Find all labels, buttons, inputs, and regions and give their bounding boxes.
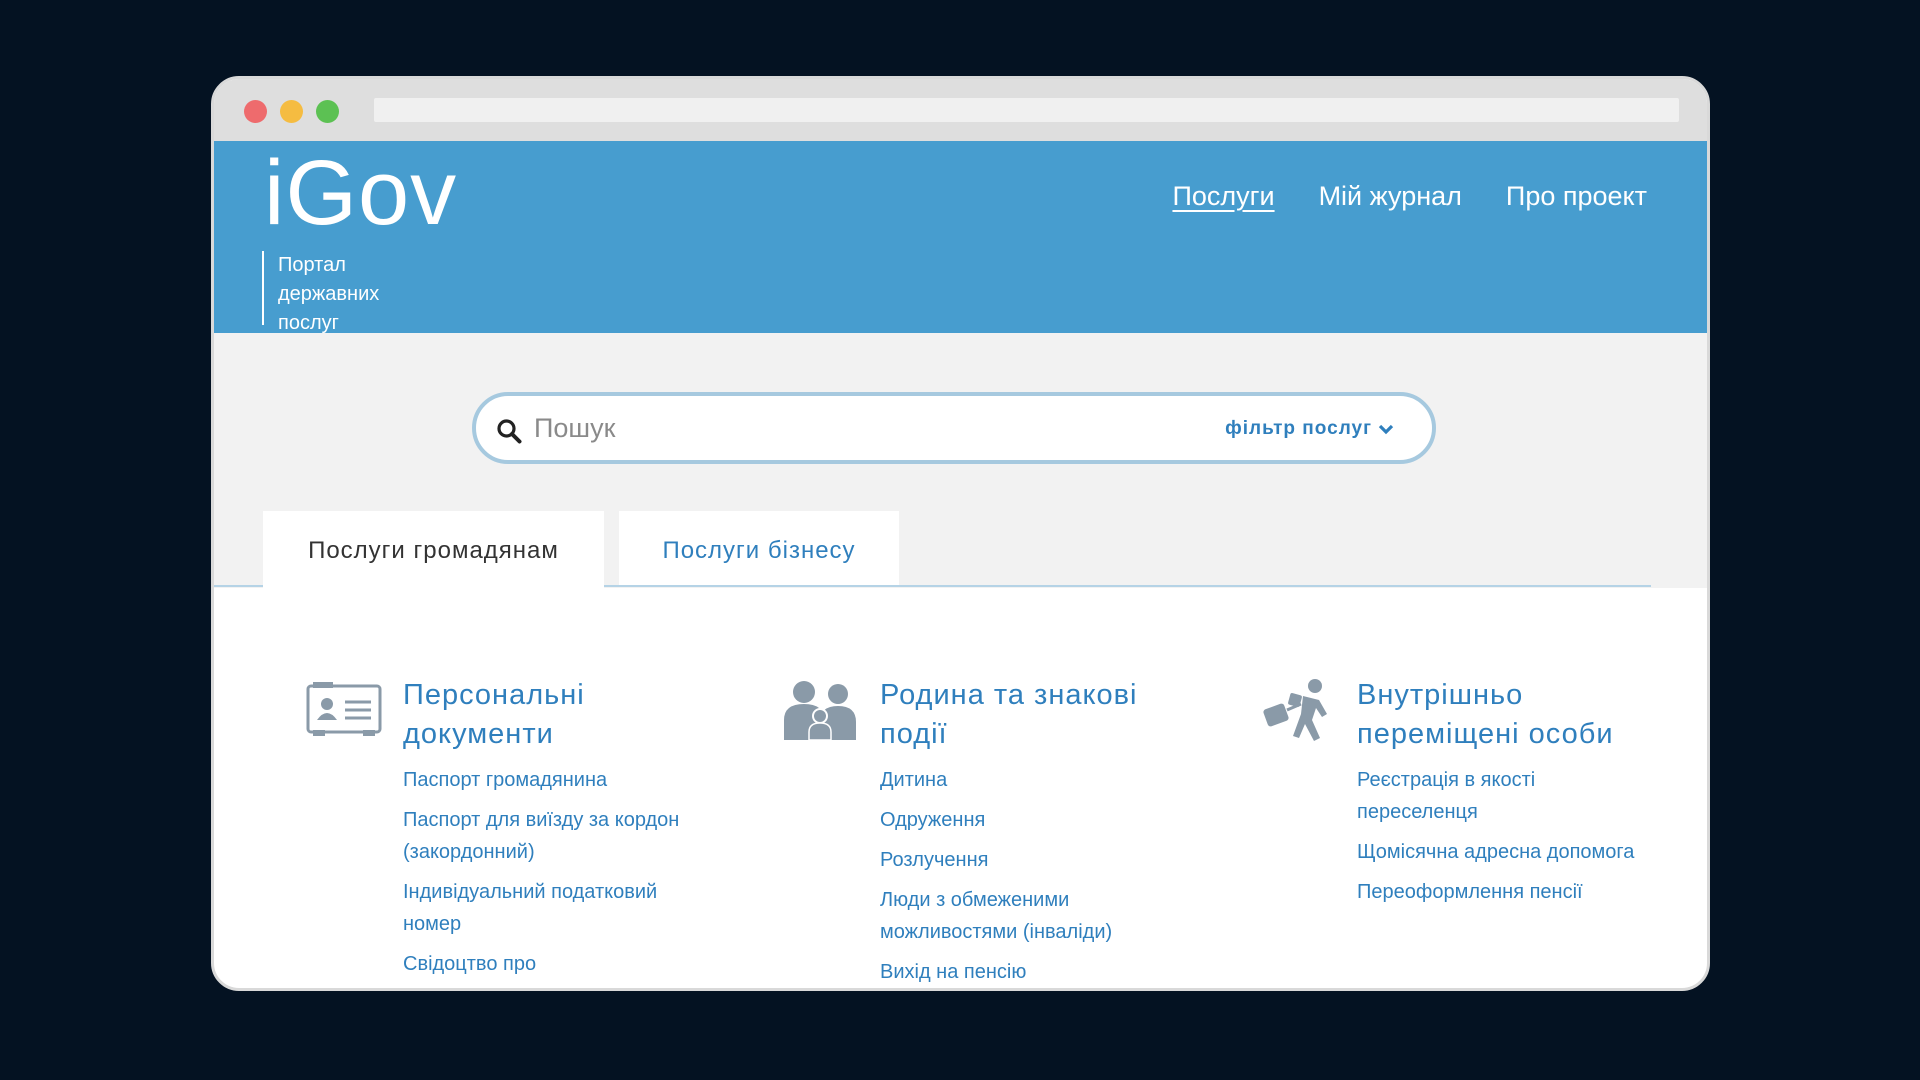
service-link[interactable]: Паспорт для виїзду за кордон (закордонни… — [403, 804, 693, 868]
minimize-window-button[interactable] — [280, 100, 303, 123]
site-logo[interactable]: iGov — [264, 143, 457, 243]
family-icon — [784, 681, 856, 741]
category-title[interactable]: Персональні документи — [403, 676, 693, 754]
active-tab-gap — [263, 584, 604, 588]
tab-business-services[interactable]: Послуги бізнесу — [619, 511, 899, 585]
displaced-person-icon — [1263, 679, 1327, 741]
chevron-down-icon — [1378, 424, 1394, 435]
close-window-button[interactable] — [244, 100, 267, 123]
service-link[interactable]: Щомісячна адресна допомога — [1357, 836, 1647, 868]
search-box: фільтр послуг — [472, 392, 1436, 464]
service-link[interactable]: Свідоцтво про — [403, 948, 693, 980]
browser-window: iGov Портал державних послуг Послуги Мій… — [211, 76, 1710, 991]
nav-services[interactable]: Послуги — [1172, 181, 1274, 212]
category-links: Паспорт громадянина Паспорт для виїзду з… — [403, 764, 693, 980]
site-tagline: Портал державних послуг — [262, 251, 422, 334]
category-title[interactable]: Внутрішньо переміщені особи — [1357, 676, 1647, 754]
nav-my-journal[interactable]: Мій журнал — [1319, 181, 1462, 212]
site-header: iGov Портал державних послуг Послуги Мій… — [214, 141, 1707, 334]
filter-services-dropdown[interactable]: фільтр послуг — [1225, 418, 1394, 440]
service-link[interactable]: Індивідуальний податковий номер — [403, 876, 693, 940]
category-body: Родина та знакові події Дитина Одруження… — [880, 676, 1170, 988]
nav-about[interactable]: Про проект — [1506, 181, 1647, 212]
service-link[interactable]: Вихід на пенсію — [880, 956, 1170, 988]
service-link[interactable]: Розлучення — [880, 844, 1170, 876]
search-input[interactable] — [534, 408, 1174, 448]
category-title[interactable]: Родина та знакові події — [880, 676, 1170, 754]
maximize-window-button[interactable] — [316, 100, 339, 123]
category-body: Внутрішньо переміщені особи Реєстрація в… — [1357, 676, 1647, 916]
service-link[interactable]: Паспорт громадянина — [403, 764, 693, 796]
service-link[interactable]: Дитина — [880, 764, 1170, 796]
service-link[interactable]: Переоформлення пенсії — [1357, 876, 1647, 908]
service-link[interactable]: Люди з обмеженими можливостями (інваліди… — [880, 884, 1170, 948]
category-body: Персональні документи Паспорт громадянин… — [403, 676, 693, 988]
main-nav: Послуги Мій журнал Про проект — [1172, 181, 1647, 212]
filter-label: фільтр послуг — [1225, 418, 1372, 439]
category-links: Реєстрація в якості переселенця Щомісячн… — [1357, 764, 1647, 908]
service-link[interactable]: Одруження — [880, 804, 1170, 836]
category-links: Дитина Одруження Розлучення Люди з обмеж… — [880, 764, 1170, 988]
address-bar[interactable] — [374, 98, 1679, 122]
service-link[interactable]: Реєстрація в якості переселенця — [1357, 764, 1647, 828]
tab-citizen-services[interactable]: Послуги громадянам — [263, 511, 604, 591]
browser-titlebar — [214, 79, 1707, 141]
id-card-icon — [306, 682, 382, 736]
search-icon[interactable] — [496, 418, 522, 444]
